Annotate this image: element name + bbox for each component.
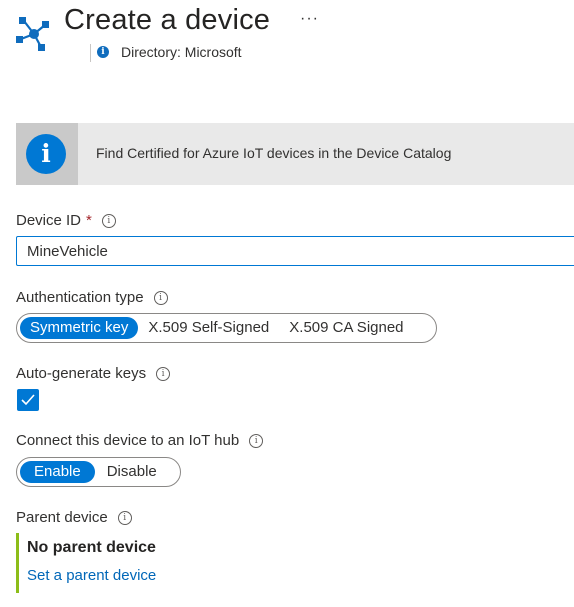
auto-keys-label-text: Auto-generate keys [16,365,147,382]
parent-device-label-text: Parent device [16,509,108,526]
auto-generate-keys-checkbox[interactable] [17,389,39,411]
device-catalog-banner[interactable]: i Find Certified for Azure IoT devices i… [16,123,574,185]
info-icon[interactable]: i [153,291,168,306]
banner-text: Find Certified for Azure IoT devices in … [96,145,452,161]
parent-device-label: Parent device i [16,509,132,526]
set-parent-device-link[interactable]: Set a parent device [27,567,156,584]
auth-type-label: Authentication type i [16,289,168,306]
required-indicator: * [86,212,92,229]
parent-device-value: No parent device [27,539,156,556]
info-icon[interactable]: i [249,434,264,449]
device-id-input[interactable] [16,236,574,266]
connect-option-disable[interactable]: Disable [95,461,169,483]
directory-label: Directory: Microsoft [121,44,242,60]
connect-hub-label-text: Connect this device to an IoT hub [16,432,240,449]
auth-type-label-text: Authentication type [16,289,144,306]
info-icon: i [97,46,109,58]
checkmark-icon [21,394,35,406]
auth-option-x509-ca-signed[interactable]: X.509 CA Signed [279,317,413,339]
info-icon[interactable]: i [156,367,171,382]
connect-option-enable[interactable]: Enable [20,461,95,483]
banner-icon-area: i [16,123,78,185]
auth-option-symmetric-key[interactable]: Symmetric key [20,317,139,339]
auto-keys-label: Auto-generate keys i [16,365,171,382]
info-icon[interactable]: i [101,214,116,229]
iot-hub-icon [16,17,49,51]
more-actions-button[interactable]: ··· [300,10,319,28]
device-id-label: Device ID * i [16,212,116,229]
device-id-label-text: Device ID [16,212,82,229]
page-title: Create a device [64,4,271,36]
auth-type-toggle[interactable]: Symmetric key X.509 Self-Signed X.509 CA… [16,313,437,343]
info-icon[interactable]: i [117,511,132,526]
parent-device-accent-bar [16,533,19,593]
connect-hub-label: Connect this device to an IoT hub i [16,432,264,449]
header-divider [90,44,91,62]
connect-hub-toggle[interactable]: Enable Disable [16,457,181,487]
info-icon: i [26,134,66,174]
auth-option-x509-self-signed[interactable]: X.509 Self-Signed [138,317,279,339]
